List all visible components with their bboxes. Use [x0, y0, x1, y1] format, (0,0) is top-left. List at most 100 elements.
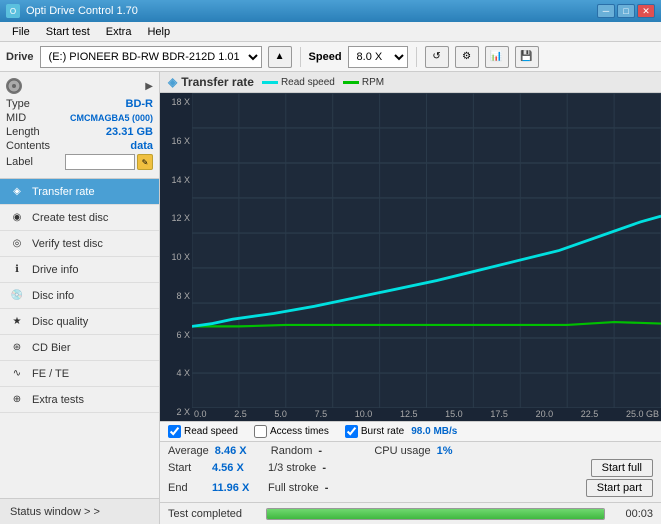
start-part-button[interactable]: Start part — [586, 479, 653, 497]
nav-create-test-disc[interactable]: ◉ Create test disc — [0, 205, 159, 231]
nav-disc-info-label: Disc info — [32, 290, 74, 302]
nav-cd-bier[interactable]: ⊛ CD Bier — [0, 335, 159, 361]
read-speed-checkbox[interactable] — [168, 425, 181, 438]
y-axis-label-6: 6 X — [162, 330, 190, 340]
random-label: Random — [271, 445, 313, 457]
y-axis-label-4: 4 X — [162, 368, 190, 378]
x-axis-22-5: 22.5 — [581, 409, 599, 419]
maximize-button[interactable]: □ — [617, 4, 635, 18]
chart-header: ◈ Transfer rate Read speed RPM — [160, 72, 661, 93]
status-window-button[interactable]: Status window > > — [0, 498, 159, 524]
nav-fe-te[interactable]: ∿ FE / TE — [0, 361, 159, 387]
speed-label: Speed — [309, 51, 342, 63]
eject-button[interactable]: ▲ — [268, 46, 292, 68]
chart-title-text: Transfer rate — [181, 75, 254, 89]
y-axis-label-14: 14 X — [162, 175, 190, 185]
speed-select[interactable]: 8.0 X — [348, 46, 408, 68]
nav-disc-info[interactable]: 💿 Disc info — [0, 283, 159, 309]
save-button[interactable]: 💾 — [515, 46, 539, 68]
start-full-button[interactable]: Start full — [591, 459, 653, 477]
mid-label: MID — [6, 112, 26, 124]
cd-bier-icon: ⊛ — [10, 341, 24, 355]
y-axis-label-12: 12 X — [162, 213, 190, 223]
y-axis-label-10: 10 X — [162, 252, 190, 262]
access-times-checkbox[interactable] — [254, 425, 267, 438]
transfer-rate-icon: ◈ — [10, 185, 24, 199]
start-label: Start — [168, 462, 206, 474]
nav-transfer-rate[interactable]: ◈ Transfer rate — [0, 179, 159, 205]
nav-create-test-disc-label: Create test disc — [32, 212, 108, 224]
legend-read-speed-label: Read speed — [281, 77, 335, 88]
legend-read-speed: Read speed — [262, 77, 335, 88]
drive-label: Drive — [6, 51, 34, 63]
sidebar: ▶ Type BD-R MID CMCMAGBA5 (000) Length 2… — [0, 72, 160, 524]
nav-verify-test-disc[interactable]: ◎ Verify test disc — [0, 231, 159, 257]
contents-value: data — [130, 140, 153, 152]
cpu-label: CPU usage — [374, 445, 430, 457]
nav-disc-quality[interactable]: ★ Disc quality — [0, 309, 159, 335]
start-value: 4.56 X — [212, 462, 262, 474]
type-label: Type — [6, 98, 30, 110]
status-window-label: Status window > > — [10, 506, 100, 518]
y-axis-label-8: 8 X — [162, 291, 190, 301]
y-axis-label-16: 16 X — [162, 136, 190, 146]
random-value: - — [318, 445, 368, 457]
checkbox-burst-rate[interactable]: Burst rate 98.0 MB/s — [345, 425, 458, 438]
app-icon: O — [6, 4, 20, 18]
refresh-button[interactable]: ↺ — [425, 46, 449, 68]
close-button[interactable]: ✕ — [637, 4, 655, 18]
x-axis-25: 25.0 GB — [626, 409, 661, 419]
app-title: Opti Drive Control 1.70 — [26, 5, 138, 17]
y-axis-label-18: 18 X — [162, 97, 190, 107]
burst-rate-checkbox[interactable] — [345, 425, 358, 438]
stats-row-end: End 11.96 X Full stroke - Start part — [168, 479, 653, 497]
length-value: 23.31 GB — [106, 126, 153, 138]
read-speed-checkbox-label: Read speed — [184, 426, 238, 437]
nav-transfer-rate-label: Transfer rate — [32, 186, 95, 198]
x-axis-12-5: 12.5 — [400, 409, 418, 419]
stats-row-start: Start 4.56 X 1/3 stroke - Start full — [168, 459, 653, 477]
menu-help[interactable]: Help — [139, 24, 178, 40]
separator2 — [416, 47, 417, 67]
drive-select[interactable]: (E:) PIONEER BD-RW BDR-212D 1.01 — [40, 46, 262, 68]
x-axis-2-5: 2.5 — [234, 409, 247, 419]
full-stroke-label: Full stroke — [268, 482, 319, 494]
label-edit-button[interactable]: ✎ — [137, 154, 153, 170]
menu-file[interactable]: File — [4, 24, 38, 40]
menu-extra[interactable]: Extra — [98, 24, 140, 40]
checkboxes-row: Read speed Access times Burst rate 98.0 … — [160, 421, 661, 441]
legend-rpm-label: RPM — [362, 77, 384, 88]
mid-value: CMCMAGBA5 (000) — [70, 113, 153, 123]
burst-rate-checkbox-label: Burst rate — [361, 426, 404, 437]
separator — [300, 47, 301, 67]
y-axis-label-2: 2 X — [162, 407, 190, 417]
menu-start-test[interactable]: Start test — [38, 24, 98, 40]
disc-arrow-icon: ▶ — [145, 81, 153, 92]
drive-toolbar: Drive (E:) PIONEER BD-RW BDR-212D 1.01 ▲… — [0, 42, 661, 72]
checkbox-read-speed[interactable]: Read speed — [168, 425, 238, 438]
x-axis-15: 15.0 — [445, 409, 463, 419]
disc-icon — [6, 78, 22, 94]
menu-bar: File Start test Extra Help — [0, 22, 661, 42]
label-input[interactable] — [65, 154, 135, 170]
settings-button[interactable]: ⚙ — [455, 46, 479, 68]
type-value: BD-R — [126, 98, 154, 110]
checkbox-access-times[interactable]: Access times — [254, 425, 329, 438]
nav-verify-test-disc-label: Verify test disc — [32, 238, 103, 250]
minimize-button[interactable]: ─ — [597, 4, 615, 18]
content-area: ◈ Transfer rate Read speed RPM 18 X 16 X… — [160, 72, 661, 524]
length-label: Length — [6, 126, 40, 138]
end-label: End — [168, 482, 206, 494]
nav-drive-info[interactable]: ℹ Drive info — [0, 257, 159, 283]
graph-button[interactable]: 📊 — [485, 46, 509, 68]
contents-label: Contents — [6, 140, 50, 152]
extra-tests-icon: ⊕ — [10, 393, 24, 407]
status-text: Test completed — [168, 508, 258, 520]
nav-extra-tests-label: Extra tests — [32, 394, 84, 406]
cpu-value: 1% — [437, 445, 487, 457]
main-layout: ▶ Type BD-R MID CMCMAGBA5 (000) Length 2… — [0, 72, 661, 524]
nav-extra-tests[interactable]: ⊕ Extra tests — [0, 387, 159, 413]
x-axis-7-5: 7.5 — [315, 409, 328, 419]
stats-area: Average 8.46 X Random - CPU usage 1% Sta… — [160, 441, 661, 502]
stroke13-value: - — [322, 462, 372, 474]
